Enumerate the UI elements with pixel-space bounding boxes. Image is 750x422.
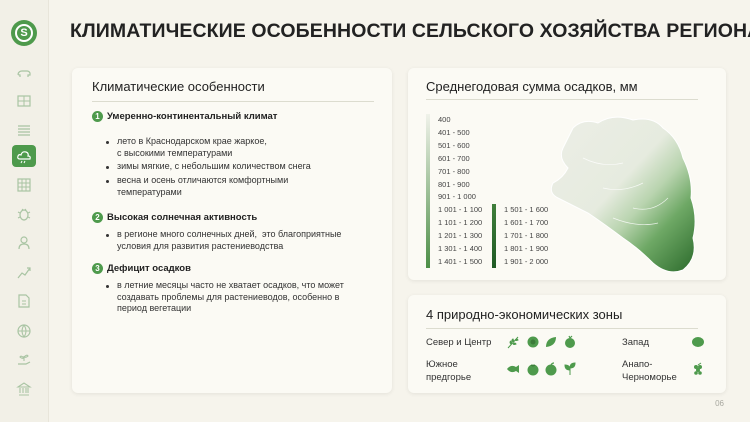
legend-label: 1 401 - 1 500 [438,256,483,266]
growth-chart-icon[interactable] [13,263,35,281]
legend-label: 1 201 - 1 300 [438,231,483,241]
legend-label: 1 701 - 1 800 [504,230,549,240]
section-title-1: Умеренно-континентальный климат [107,111,278,122]
table-grid-icon[interactable] [13,176,35,194]
precipitation-card: Среднегодовая сумма осадков, мм 400 401 -… [408,68,726,280]
bullet-item: в летние месяцы часто не хватает осадков… [106,280,344,313]
rice-grain-icon [692,337,704,347]
bullet-item: зимы мягкие, с небольшим количеством сне… [106,161,311,171]
zone-label-anapa-black-sea: Анапо- Черноморье [622,359,677,383]
page-number: 06 [715,399,724,408]
logo[interactable]: S [11,20,37,46]
climate-card-title: Климатические особенности [92,79,265,94]
precipitation-card-title: Среднегодовая сумма осадков, мм [426,79,638,94]
section-number-1: 1 [92,111,103,122]
precipitation-map [550,116,696,273]
legend-label: 1 901 - 2 000 [504,256,549,266]
farmer-icon[interactable] [13,234,35,252]
wheat-icon [507,336,519,349]
field-icon[interactable] [13,120,35,138]
section-title-2: Высокая солнечная активность [107,212,258,223]
globe-icon[interactable] [13,322,35,340]
zone-label-south-foothills: Южное предгорье [426,359,472,383]
divider [92,101,374,102]
bank-icon[interactable] [13,380,35,398]
beet-icon [565,335,575,348]
zones-card: 4 природно-экономических зоны Север и Це… [408,295,726,393]
legend-label: 1 001 - 1 100 [438,205,483,215]
legend-label: 1 101 - 1 200 [438,218,483,228]
zone-label-north-center: Север и Центр [426,337,492,348]
legend-label: 400 [438,115,451,124]
plant-hand-icon[interactable] [13,351,35,369]
legend-label: 801 - 900 [438,179,470,189]
bullet-item: лето в Краснодарском крае жаркое, с высо… [106,136,267,158]
cabinet-icon[interactable] [13,92,35,110]
fish-icon [507,365,519,373]
cow-icon[interactable] [13,64,35,82]
apple-icon [545,362,557,376]
zone-label-west: Запад [622,337,649,348]
legend-label: 701 - 800 [438,166,470,176]
legend-label: 401 - 500 [438,127,470,137]
climate-features-card: Климатические особенности 1 Умеренно-кон… [72,68,392,393]
legend-label: 1 801 - 1 900 [504,243,549,253]
document-money-icon[interactable] [13,292,35,310]
legend-label: 601 - 700 [438,153,470,163]
legend-label: 1 301 - 1 400 [438,244,483,253]
bullet-item: весна и осень отличаются комфортными тем… [105,175,289,197]
leaf-icon [546,337,556,347]
legend-bar-low [426,114,430,268]
divider [426,328,698,329]
sidebar: S [0,0,49,422]
section-number-2: 2 [92,212,103,223]
legend-label: 1 501 - 1 600 [504,205,549,214]
grapes-icon [694,362,702,375]
legend-bar-high [492,204,496,268]
herb-icon [564,362,576,375]
section-title-3: Дефицит осадков [107,263,191,274]
legend-label: 501 - 600 [438,140,470,150]
legend-label: 901 - 1 000 [438,192,476,202]
tomato-icon [527,364,539,376]
section-number-3: 3 [92,263,103,274]
bug-icon[interactable] [13,205,35,223]
bullet-item: в регионе много солнечных дней, это благ… [105,229,342,251]
weather-cloud-icon[interactable] [12,145,36,167]
page-title: КЛИМАТИЧЕСКИЕ ОСОБЕННОСТИ СЕЛЬСКОГО ХОЗЯ… [70,20,750,42]
zones-card-title: 4 природно-экономических зоны [426,307,623,322]
sunflower-icon [527,336,539,348]
legend-label: 1 601 - 1 700 [504,217,549,227]
logo-letter: S [15,24,33,42]
